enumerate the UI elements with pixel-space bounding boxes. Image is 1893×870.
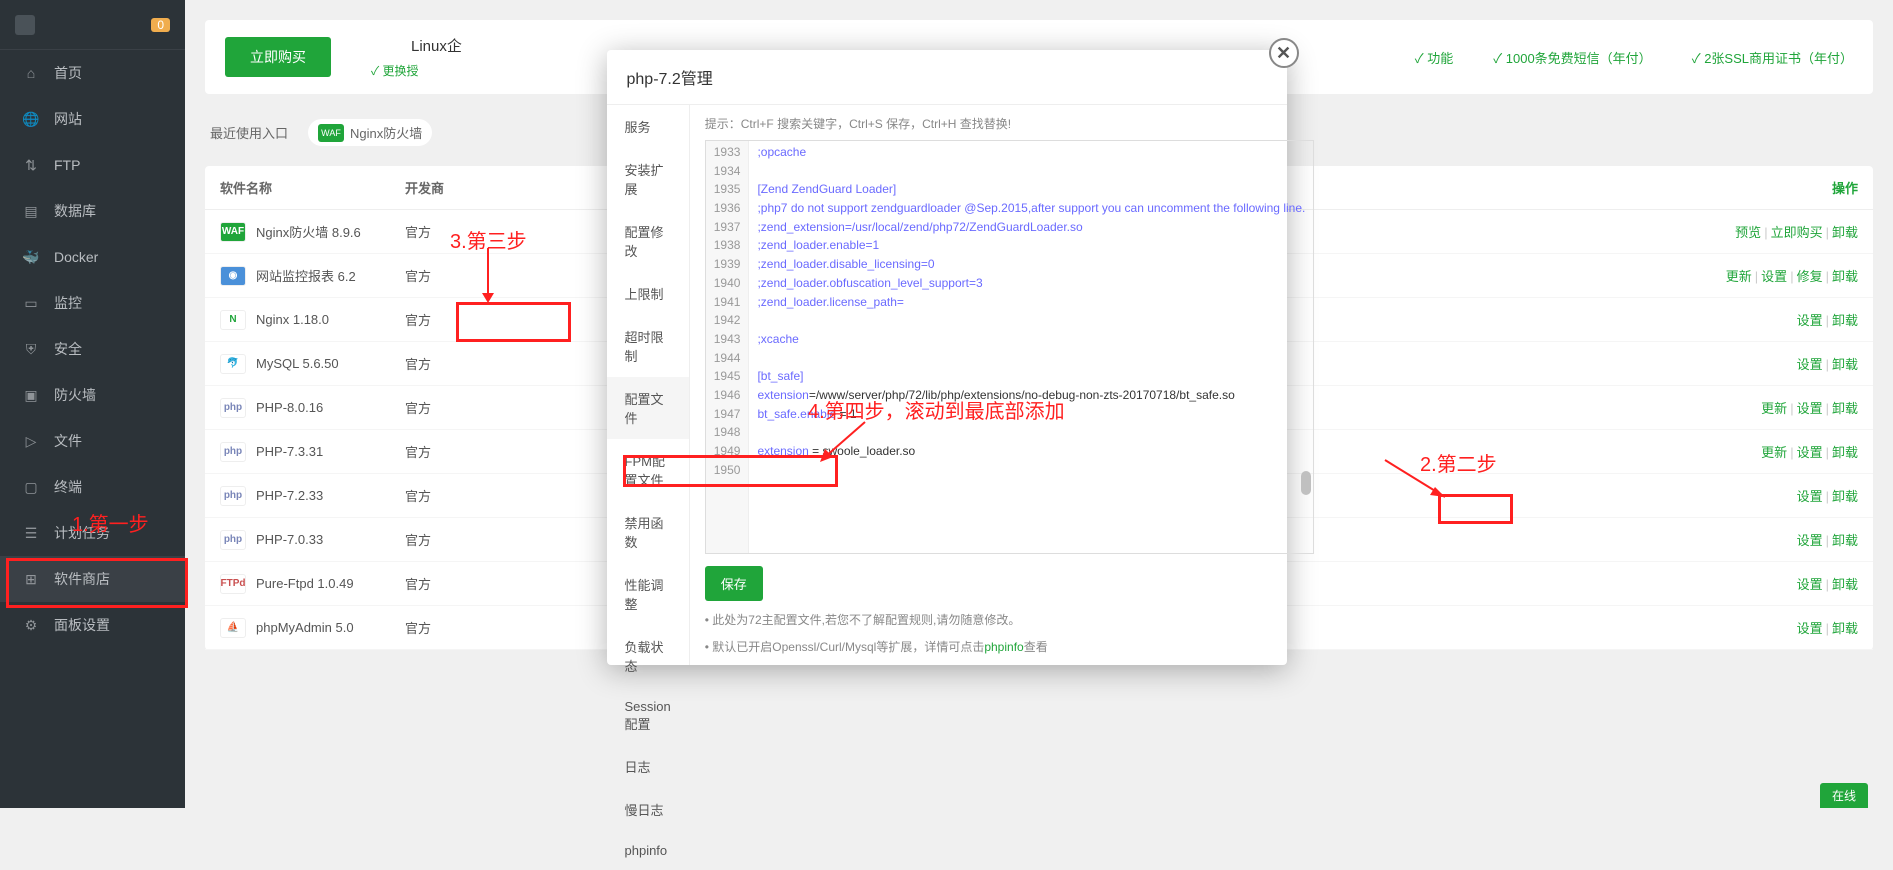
php-manage-modal: ✕ php-7.2管理 服务安装扩展配置修改上限制超时限制配置文件FPM配置文件… [607,50,1287,665]
close-button[interactable]: ✕ [1269,38,1299,68]
config-note-1: • 此处为72主配置文件,若您不了解配置规则,请勿随意修改。 [705,611,1315,628]
scrollbar-thumb[interactable] [1301,471,1311,495]
modal-tab[interactable]: 配置文件 [607,377,689,439]
config-note-2: • 默认已开启Openssl/Curl/Mysql等扩展，详情可点击phpinf… [705,638,1315,655]
modal-tab[interactable]: 慢日志 [607,788,689,831]
modal-overlay: ✕ php-7.2管理 服务安装扩展配置修改上限制超时限制配置文件FPM配置文件… [0,0,1893,808]
modal-tab[interactable]: 配置修改 [607,210,689,272]
online-status-badge[interactable]: 在线 [1820,783,1868,808]
modal-tab[interactable]: 安装扩展 [607,148,689,210]
modal-tab[interactable]: 禁用函数 [607,501,689,563]
editor-code[interactable]: ;opcache [Zend ZendGuard Loader];php7 do… [749,141,1313,553]
config-editor[interactable]: 1933193419351936193719381939194019411942… [705,140,1315,554]
modal-tab[interactable]: 超时限制 [607,315,689,377]
modal-title: php-7.2管理 [607,50,1287,105]
modal-sidebar: 服务安装扩展配置修改上限制超时限制配置文件FPM配置文件禁用函数性能调整负载状态… [607,105,690,665]
modal-tab[interactable]: Session配置 [607,687,689,745]
modal-content: 提示：Ctrl+F 搜索关键字，Ctrl+S 保存，Ctrl+H 查找替换! 1… [690,105,1330,665]
modal-tab[interactable]: 性能调整 [607,563,689,625]
modal-tab[interactable]: phpinfo [607,831,689,870]
close-icon: ✕ [1276,43,1291,64]
editor-hint: 提示：Ctrl+F 搜索关键字，Ctrl+S 保存，Ctrl+H 查找替换! [705,115,1315,132]
modal-tab[interactable]: FPM配置文件 [607,439,689,501]
editor-gutter: 1933193419351936193719381939194019411942… [706,141,750,553]
modal-tab[interactable]: 负载状态 [607,625,689,687]
modal-tab[interactable]: 日志 [607,745,689,788]
phpinfo-link[interactable]: phpinfo [984,640,1023,654]
modal-tab[interactable]: 服务 [607,105,689,148]
save-button[interactable]: 保存 [705,566,763,601]
modal-tab[interactable]: 上限制 [607,272,689,315]
